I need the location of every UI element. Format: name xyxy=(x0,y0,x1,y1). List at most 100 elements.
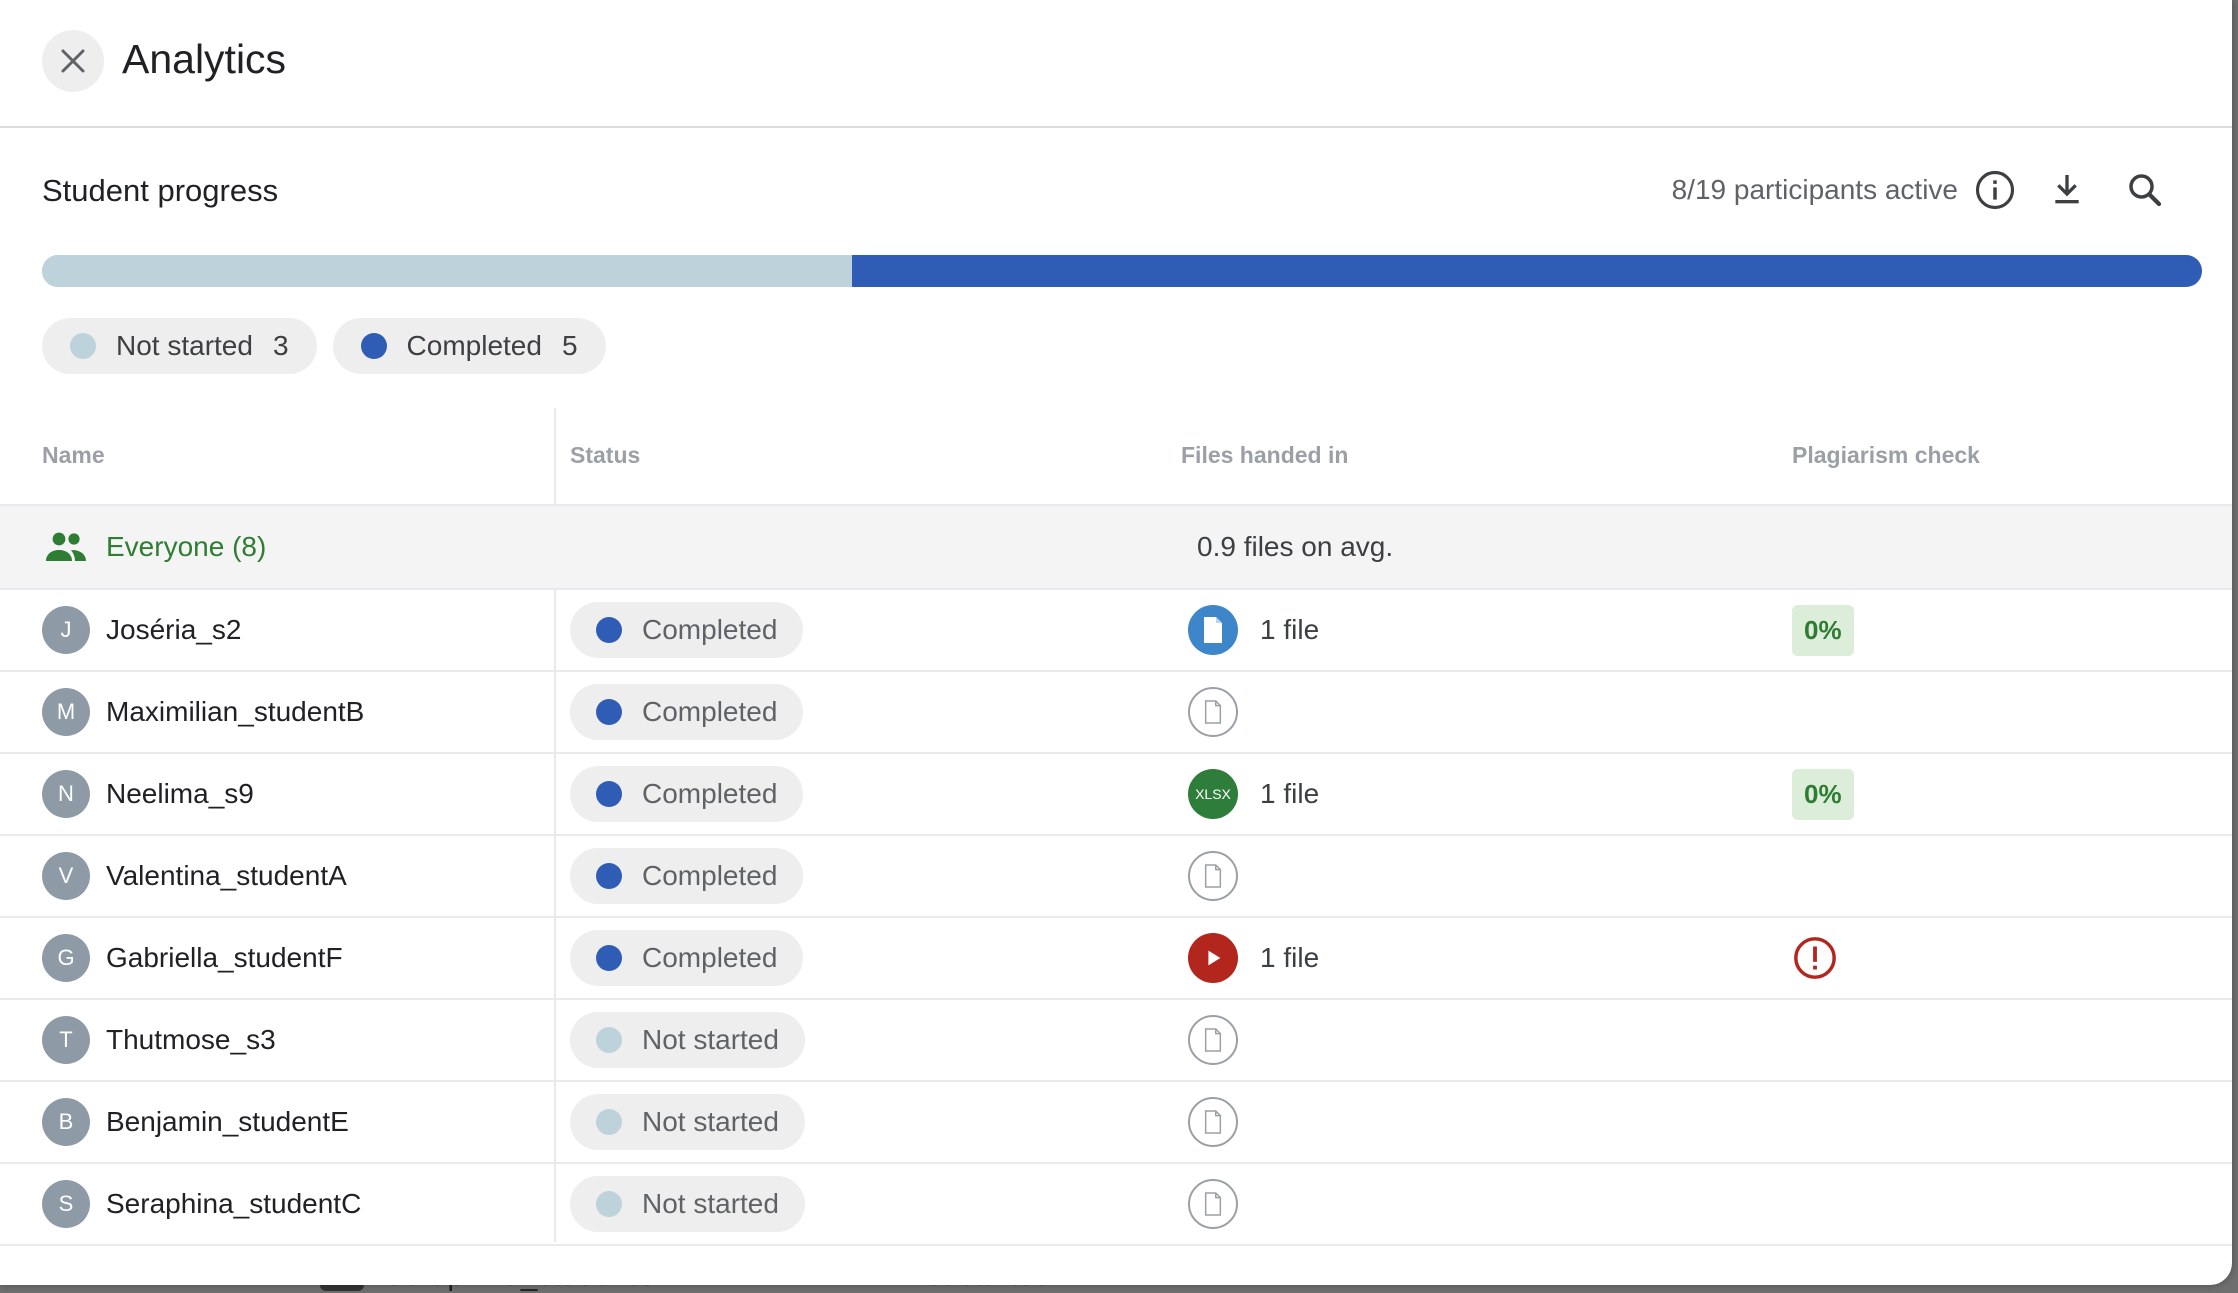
plagiarism-score-badge[interactable]: 0% xyxy=(1792,768,1854,820)
progress-completed xyxy=(852,255,2202,287)
table-row[interactable]: M Maximilian_studentB Completed xyxy=(0,672,2232,754)
student-name[interactable]: Joséria_s2 xyxy=(106,614,241,646)
status-badge: Completed xyxy=(570,766,804,822)
table-row[interactable]: N Neelima_s9 Completed XLSX 1 file 0% xyxy=(0,754,2232,836)
info-icon xyxy=(1975,170,2015,210)
progress-not-started xyxy=(42,255,852,287)
not-started-dot xyxy=(596,1027,622,1053)
student-name[interactable]: Gabriella_studentF xyxy=(106,942,343,974)
status-badge: Not started xyxy=(570,1012,805,1068)
download-icon xyxy=(2055,175,2079,204)
status-badge: Completed xyxy=(570,848,804,904)
status-label: Completed xyxy=(642,942,778,973)
avatar: N xyxy=(42,770,90,818)
download-button[interactable] xyxy=(2042,165,2092,215)
file-type-label: XLSX xyxy=(1195,786,1231,802)
toolbar: 8/19 participants active xyxy=(1672,165,2170,215)
status-label: Completed xyxy=(642,778,778,809)
table-row[interactable]: G Gabriella_studentF Completed 1 file xyxy=(0,918,2232,1000)
file-count[interactable]: 1 file xyxy=(1260,942,1319,974)
student-name[interactable]: Neelima_s9 xyxy=(106,778,254,810)
student-name[interactable]: Benjamin_studentE xyxy=(106,1106,349,1138)
header-plagiarism[interactable]: Plagiarism check xyxy=(1792,442,1980,469)
status-badge: Completed xyxy=(570,684,804,740)
empty-file-icon xyxy=(1188,1097,1238,1147)
completed-dot xyxy=(596,617,622,643)
completed-dot xyxy=(360,333,387,359)
header-files[interactable]: Files handed in xyxy=(1181,442,1348,469)
avatar: T xyxy=(42,1016,90,1064)
avatar: B xyxy=(42,1098,90,1146)
modal-header: Analytics xyxy=(0,0,2232,128)
table-header: Name Status Files handed in Plagiarism c… xyxy=(0,408,2232,506)
everyone-label: Everyone (8) xyxy=(106,531,267,562)
page-title: Analytics xyxy=(122,36,287,82)
plagiarism-score-badge[interactable]: 0% xyxy=(1792,604,1854,656)
avatar: J xyxy=(42,606,90,654)
status-badge: Completed xyxy=(570,602,804,658)
empty-file-icon xyxy=(1188,687,1238,737)
group-icon xyxy=(46,532,86,561)
chip-count: 5 xyxy=(561,330,578,361)
analytics-modal: Analytics Student progress 8/19 particip… xyxy=(0,0,2232,1285)
search-icon xyxy=(2129,174,2162,207)
header-status[interactable]: Status xyxy=(570,442,640,469)
chip-label: Completed xyxy=(406,330,542,361)
alert-icon[interactable] xyxy=(1792,935,1838,981)
document-file-icon[interactable] xyxy=(1188,605,1238,655)
status-label: Not started xyxy=(642,1106,779,1137)
student-name[interactable]: Maximilian_studentB xyxy=(106,696,364,728)
chip-count: 3 xyxy=(272,330,289,361)
participants-active: 8/19 participants active xyxy=(1671,174,1958,205)
status-label: Not started xyxy=(642,1188,779,1219)
file-count[interactable]: 1 file xyxy=(1260,614,1319,646)
student-name[interactable]: Valentina_studentA xyxy=(106,860,347,892)
legend-chips: Not started 3 Completed 5 xyxy=(42,318,606,374)
empty-file-icon xyxy=(1188,851,1238,901)
status-label: Completed xyxy=(642,860,778,891)
info-button[interactable] xyxy=(1970,165,2020,215)
avatar: S xyxy=(42,1180,90,1228)
close-button[interactable] xyxy=(42,30,104,92)
not-started-dot xyxy=(70,333,96,359)
chip-not-started[interactable]: Not started 3 xyxy=(42,318,317,374)
completed-dot xyxy=(596,781,622,807)
empty-file-icon xyxy=(1188,1015,1238,1065)
avatar: G xyxy=(42,934,90,982)
not-started-dot xyxy=(596,1109,622,1135)
search-button[interactable] xyxy=(2120,165,2170,215)
chip-label: Not started xyxy=(116,330,253,361)
table-row[interactable]: B Benjamin_studentE Not started xyxy=(0,1082,2232,1164)
status-badge: Completed xyxy=(570,930,804,986)
spreadsheet-file-icon[interactable]: XLSX xyxy=(1188,769,1238,819)
empty-file-icon xyxy=(1188,1179,1238,1229)
table-body: J Joséria_s2 Completed 1 file 0% M Maxim… xyxy=(0,590,2232,1246)
status-label: Completed xyxy=(642,696,778,727)
everyone-row[interactable]: Everyone (8) 0.9 files on avg. xyxy=(0,506,2232,590)
not-started-dot xyxy=(596,1191,622,1217)
avatar: V xyxy=(42,852,90,900)
status-badge: Not started xyxy=(570,1176,805,1232)
section-title: Student progress xyxy=(42,173,279,208)
table-row[interactable]: J Joséria_s2 Completed 1 file 0% xyxy=(0,590,2232,672)
completed-dot xyxy=(596,699,622,725)
status-label: Completed xyxy=(642,614,778,645)
chip-completed[interactable]: Completed 5 xyxy=(332,318,606,374)
avatar: M xyxy=(42,688,90,736)
video-file-icon[interactable] xyxy=(1188,933,1238,983)
progress-bar xyxy=(42,255,2202,287)
table-row[interactable]: T Thutmose_s3 Not started xyxy=(0,1000,2232,1082)
file-count[interactable]: 1 file xyxy=(1260,778,1319,810)
table-row[interactable]: S Seraphina_studentC Not started xyxy=(0,1164,2232,1246)
completed-dot xyxy=(596,863,622,889)
header-name[interactable]: Name xyxy=(42,442,105,469)
status-label: Not started xyxy=(642,1024,779,1055)
files-average: 0.9 files on avg. xyxy=(1197,531,1394,562)
student-name[interactable]: Seraphina_studentC xyxy=(106,1188,361,1220)
student-table: Name Status Files handed in Plagiarism c… xyxy=(0,408,2232,1246)
table-row[interactable]: V Valentina_studentA Completed xyxy=(0,836,2232,918)
student-name[interactable]: Thutmose_s3 xyxy=(106,1024,276,1056)
status-badge: Not started xyxy=(570,1094,805,1150)
close-icon xyxy=(61,49,85,73)
completed-dot xyxy=(596,945,622,971)
